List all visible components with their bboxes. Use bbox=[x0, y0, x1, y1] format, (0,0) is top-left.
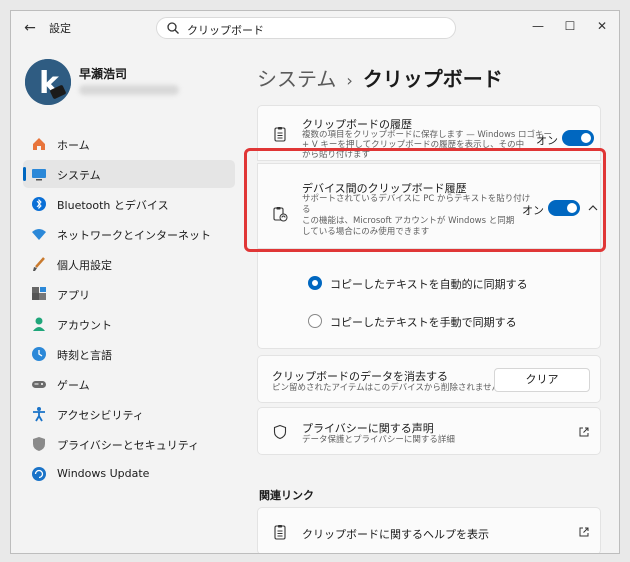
sidebar-item-label: Bluetooth とデバイス bbox=[57, 199, 169, 212]
shield-icon bbox=[33, 437, 45, 451]
clock-icon bbox=[32, 347, 46, 361]
clear-description: ピン留めされたアイテムはこのデバイスから削除されません bbox=[272, 383, 501, 393]
highlight-annotation-box bbox=[244, 148, 606, 252]
sidebar-item-label: ゲーム bbox=[57, 379, 90, 392]
sidebar-item-bluetooth[interactable]: Bluetooth とデバイス bbox=[23, 190, 235, 218]
sidebar-item-label: アカウント bbox=[57, 319, 112, 332]
app-title: 設定 bbox=[49, 22, 71, 35]
brush-icon bbox=[33, 257, 45, 271]
related-links-heading: 関連リンク bbox=[259, 489, 314, 502]
close-button[interactable]: ✕ bbox=[591, 17, 613, 35]
clear-button[interactable]: クリア bbox=[494, 368, 590, 392]
gamepad-icon bbox=[32, 381, 46, 388]
accessibility-icon bbox=[33, 407, 45, 422]
clipboard-help-card[interactable]: クリップボードに関するヘルプを表示 bbox=[257, 507, 601, 553]
sidebar-item-label: ネットワークとインターネット bbox=[57, 229, 211, 242]
sidebar: k 早瀬浩司 ホーム システム Bluetooth とデバイス ネットワークとイ… bbox=[11, 45, 251, 553]
sidebar-item-privacy-security[interactable]: プライバシーとセキュリティ bbox=[23, 430, 235, 458]
privacy-title: プライバシーに関する声明 bbox=[302, 422, 434, 435]
update-icon bbox=[32, 467, 46, 481]
auto-sync-label[interactable]: コピーしたテキストを自動的に同期する bbox=[330, 276, 528, 292]
sidebar-item-label: 時刻と言語 bbox=[57, 349, 112, 362]
maximize-button[interactable]: ☐ bbox=[559, 17, 581, 35]
sidebar-item-home[interactable]: ホーム bbox=[23, 130, 235, 158]
back-arrow-icon[interactable]: ← bbox=[21, 19, 39, 37]
privacy-description: データ保護とプライバシーに関する詳細 bbox=[302, 435, 455, 445]
sidebar-item-system[interactable]: システム bbox=[23, 160, 235, 188]
history-toggle-state: オン bbox=[536, 134, 558, 147]
sidebar-item-personalization[interactable]: 個人用設定 bbox=[23, 250, 235, 278]
sidebar-item-windows-update[interactable]: Windows Update bbox=[23, 460, 235, 488]
search-icon bbox=[167, 22, 179, 34]
sidebar-item-accounts[interactable]: アカウント bbox=[23, 310, 235, 338]
sidebar-item-network[interactable]: ネットワークとインターネット bbox=[23, 220, 235, 248]
privacy-statement-card[interactable]: プライバシーに関する声明 データ保護とプライバシーに関する詳細 bbox=[257, 407, 601, 455]
sync-options-card: コピーしたテキストを自動的に同期する コピーしたテキストを手動で同期する bbox=[257, 251, 601, 349]
system-icon bbox=[32, 169, 46, 181]
clipboard-icon bbox=[274, 127, 286, 142]
external-link-icon bbox=[579, 427, 589, 437]
clipboard-help-label: クリップボードに関するヘルプを表示 bbox=[302, 528, 489, 541]
minimize-button[interactable]: — bbox=[527, 17, 549, 35]
page-title: クリップボード bbox=[362, 67, 503, 91]
selection-indicator bbox=[23, 167, 26, 181]
search-box[interactable]: クリップボード bbox=[156, 17, 456, 39]
breadcrumb-separator: › bbox=[346, 71, 353, 90]
clear-title: クリップボードのデータを消去する bbox=[272, 370, 448, 383]
clear-clipboard-card: クリップボードのデータを消去する ピン留めされたアイテムはこのデバイスから削除さ… bbox=[257, 355, 601, 403]
sidebar-item-label: アプリ bbox=[57, 289, 90, 302]
breadcrumb: システム › クリップボード bbox=[257, 63, 503, 92]
sidebar-item-apps[interactable]: アプリ bbox=[23, 280, 235, 308]
wifi-icon bbox=[32, 229, 46, 240]
sidebar-item-label: アクセシビリティ bbox=[57, 409, 144, 422]
sidebar-item-label: システム bbox=[57, 169, 101, 182]
bluetooth-icon bbox=[32, 197, 46, 211]
clipboard-icon bbox=[274, 525, 286, 540]
sidebar-item-label: ホーム bbox=[57, 139, 90, 152]
shield-outline-icon bbox=[273, 424, 287, 440]
external-link-icon bbox=[579, 527, 589, 537]
sidebar-item-label: 個人用設定 bbox=[57, 259, 112, 272]
sidebar-item-time-language[interactable]: 時刻と言語 bbox=[23, 340, 235, 368]
breadcrumb-parent[interactable]: システム bbox=[257, 67, 336, 91]
auto-sync-radio[interactable] bbox=[308, 276, 322, 290]
home-icon bbox=[33, 138, 45, 150]
profile-name: 早瀬浩司 bbox=[79, 67, 128, 81]
avatar: k bbox=[25, 59, 71, 105]
settings-window: ← 設定 クリップボード — ☐ ✕ k 早瀬浩司 ホーム システム Bluet… bbox=[10, 10, 620, 554]
sidebar-item-label: プライバシーとセキュリティ bbox=[57, 439, 200, 452]
account-icon bbox=[33, 317, 45, 331]
manual-sync-radio[interactable] bbox=[308, 314, 322, 328]
manual-sync-label[interactable]: コピーしたテキストを手動で同期する bbox=[330, 314, 517, 330]
history-toggle[interactable] bbox=[562, 130, 594, 146]
profile-email-blurred bbox=[79, 85, 179, 95]
search-input[interactable]: クリップボード bbox=[187, 22, 264, 38]
sidebar-item-label: Windows Update bbox=[57, 467, 150, 480]
main-content: システム › クリップボード クリップボードの履歴 複数の項目をクリップボードに保存… bbox=[251, 45, 619, 553]
sidebar-item-accessibility[interactable]: アクセシビリティ bbox=[23, 400, 235, 428]
apps-icon bbox=[32, 287, 46, 300]
sidebar-item-gaming[interactable]: ゲーム bbox=[23, 370, 235, 398]
title-bar: ← 設定 クリップボード — ☐ ✕ bbox=[11, 11, 619, 45]
